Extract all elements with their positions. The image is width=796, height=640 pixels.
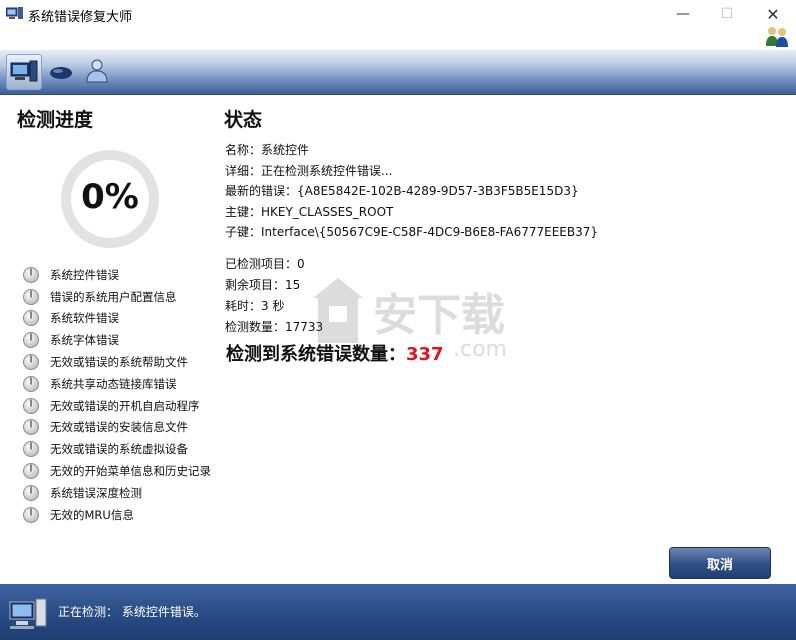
status-sub-key: 子键：Interface\{50567C9E-C58F-4DC9-B6E8-FA… xyxy=(225,225,599,239)
pending-status-icon xyxy=(23,397,39,414)
scan-item-label: 无效或错误的安装信息文件 xyxy=(50,420,188,435)
footer-computer-icon xyxy=(9,598,47,629)
scan-item: 无效或错误的安装信息文件 xyxy=(22,417,211,439)
toolbar-user-button[interactable] xyxy=(80,54,114,88)
watermark-subtext: .com xyxy=(453,337,507,362)
scan-item-label: 系统字体错误 xyxy=(50,333,119,348)
scan-item-label: 错误的系统用户配置信息 xyxy=(50,289,177,304)
computer-icon xyxy=(10,60,38,82)
scan-item-label: 系统共享动态链接库错误 xyxy=(50,376,177,391)
pending-status-icon xyxy=(23,419,39,436)
pending-status-icon xyxy=(23,266,39,283)
title-bar: 系统错误修复大师 — ☐ ✕ xyxy=(0,0,796,30)
scan-item: 系统控件错误 xyxy=(22,264,211,286)
pending-status-icon xyxy=(23,463,39,480)
progress-percent: 0% xyxy=(81,177,139,217)
scan-item-label: 无效的MRU信息 xyxy=(50,507,134,522)
scan-item: 系统共享动态链接库错误 xyxy=(22,373,211,395)
progress-heading: 检测进度 xyxy=(17,109,94,131)
scan-count: 检测数量：17733 xyxy=(225,320,324,334)
toolbar-mouse-button[interactable] xyxy=(44,54,78,88)
status-detail: 详细：正在检测系统控件错误... xyxy=(225,163,393,178)
pending-status-icon xyxy=(23,484,39,501)
scan-item: 无效或错误的开机自启动程序 xyxy=(22,395,211,417)
app-computer-icon xyxy=(6,7,23,19)
scan-item-label: 系统错误深度检测 xyxy=(50,485,142,500)
window-title: 系统错误修复大师 xyxy=(28,10,133,25)
help-people-icon[interactable] xyxy=(763,24,791,48)
scan-item: 系统错误深度检测 xyxy=(22,482,211,504)
toolbar xyxy=(0,50,796,95)
status-footer: 正在检测： 系统控件错误。 xyxy=(0,584,796,640)
scan-item: 无效的开始菜单信息和历史记录 xyxy=(22,460,211,482)
scan-item-label: 系统软件错误 xyxy=(50,311,119,326)
scan-item: 无效或错误的系统虚拟设备 xyxy=(22,438,211,460)
maximize-button[interactable]: ☐ xyxy=(704,0,750,28)
scan-item: 系统软件错误 xyxy=(22,308,211,330)
remaining-items: 剩余项目：15 xyxy=(225,278,301,292)
pending-status-icon xyxy=(23,288,39,305)
status-heading: 状态 xyxy=(224,109,263,131)
mouse-icon xyxy=(50,67,72,79)
pending-status-icon xyxy=(23,441,39,458)
scan-item: 无效或错误的系统帮助文件 xyxy=(22,351,211,373)
minimize-button[interactable]: — xyxy=(660,0,706,28)
status-main-key: 主键：HKEY_CLASSES_ROOT xyxy=(225,204,394,219)
scan-item: 系统字体错误 xyxy=(22,329,211,351)
user-icon xyxy=(86,59,108,83)
pending-status-icon xyxy=(23,354,39,371)
cancel-button[interactable]: 取消 xyxy=(669,547,771,579)
toolbar-computer-button[interactable] xyxy=(6,54,42,90)
watermark-text: 安下载 xyxy=(373,290,505,341)
scan-item-label: 无效的开始菜单信息和历史记录 xyxy=(50,464,211,479)
status-name: 名称：系统控件 xyxy=(225,143,310,157)
scan-item-label: 无效或错误的系统虚拟设备 xyxy=(50,442,188,457)
footer-status-text: 正在检测： 系统控件错误。 xyxy=(58,605,206,619)
status-details: 名称：系统控件 详细：正在检测系统控件错误... 最新的错误：{A8E5842E… xyxy=(225,140,598,243)
scan-item-label: 系统控件错误 xyxy=(50,267,119,282)
pending-status-icon xyxy=(23,332,39,349)
error-summary-count: 337 xyxy=(406,344,444,365)
scan-counts: 已检测项目：0 剩余项目：15 耗时：3 秒 检测数量：17733 xyxy=(225,254,323,338)
pending-status-icon xyxy=(23,506,39,523)
checked-items: 已检测项目：0 xyxy=(225,257,305,271)
pending-status-icon xyxy=(23,310,39,327)
error-summary-label: 检测到系统错误数量： xyxy=(226,344,406,365)
pending-status-icon xyxy=(23,375,39,392)
scan-item-label: 无效或错误的系统帮助文件 xyxy=(50,355,188,370)
scan-checklist: 系统控件错误错误的系统用户配置信息 系统软件错误 系统字体错误无效或错误的系统帮助文… xyxy=(22,264,211,526)
status-latest-error: 最新的错误：{A8E5842E-102B-4289-9D57-3B3F5B5E1… xyxy=(225,184,579,198)
elapsed-time: 耗时：3 秒 xyxy=(225,299,285,313)
scan-item: 错误的系统用户配置信息 xyxy=(22,286,211,308)
scan-item-label: 无效或错误的开机自启动程序 xyxy=(50,398,200,413)
error-summary: 检测到系统错误数量：337 xyxy=(226,340,444,366)
scan-item: 无效的MRU信息 xyxy=(22,504,211,526)
